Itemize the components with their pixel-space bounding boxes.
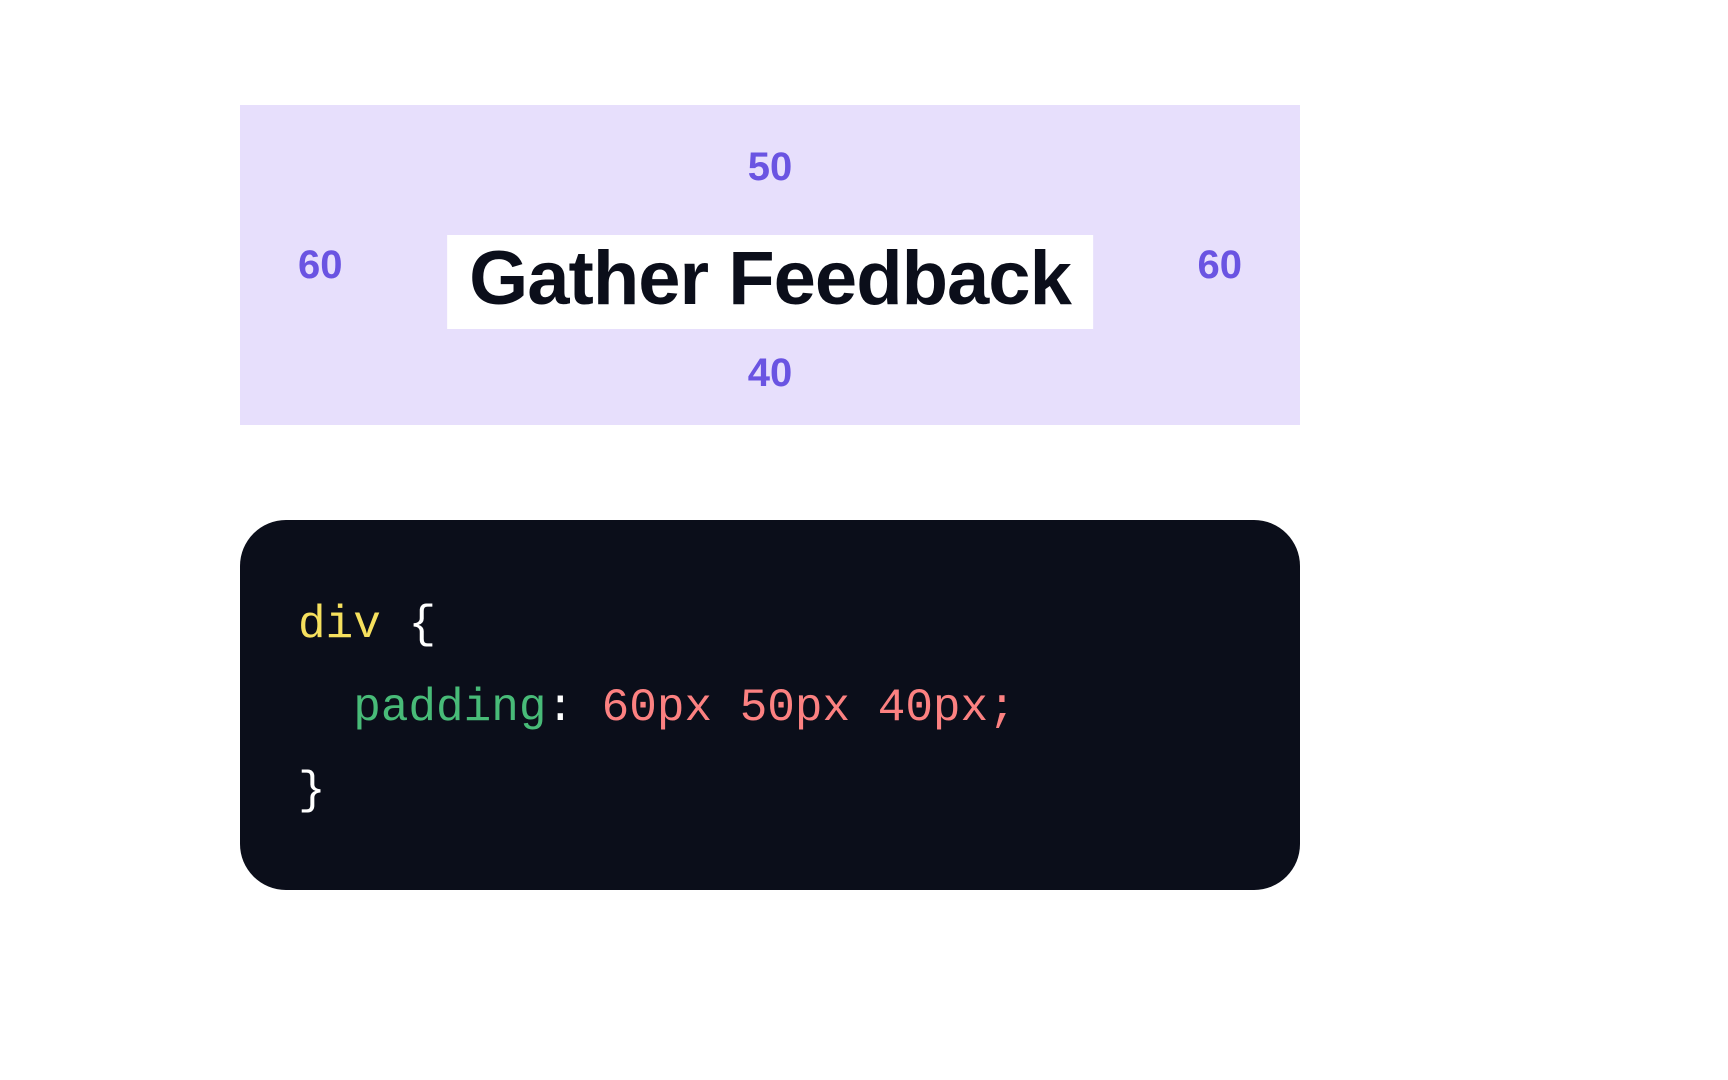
code-brace-open: { (408, 599, 436, 651)
code-text: div { padding: 60px 50px 40px; } (298, 584, 1242, 832)
code-value: 60px 50px 40px; (574, 682, 1016, 734)
code-indent (298, 682, 353, 734)
padding-diagram: 50 60 60 40 Gather Feedback (240, 105, 1300, 425)
padding-top-label: 50 (748, 147, 793, 187)
canvas: 50 60 60 40 Gather Feedback div { paddin… (0, 0, 1728, 1080)
content-box: Gather Feedback (447, 235, 1093, 329)
code-property: padding (353, 682, 546, 734)
padding-bottom-label: 40 (748, 353, 793, 393)
code-brace-close: } (298, 765, 326, 817)
code-selector: div (298, 599, 381, 651)
code-block: div { padding: 60px 50px 40px; } (240, 520, 1300, 890)
padding-right-label: 60 (1198, 245, 1243, 285)
content-text: Gather Feedback (469, 239, 1071, 319)
padding-left-label: 60 (298, 245, 343, 285)
code-colon: : (546, 682, 574, 734)
